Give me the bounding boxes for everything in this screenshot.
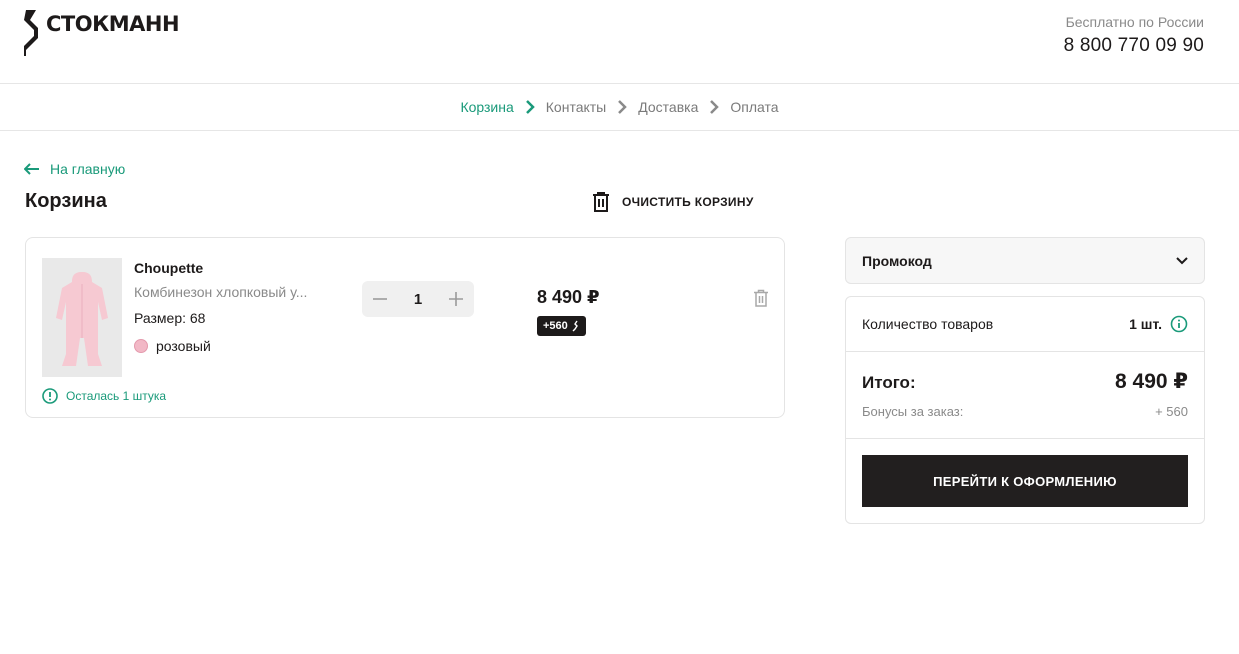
stock-note-label: Осталась 1 штука	[66, 389, 167, 403]
color-label: розовый	[156, 338, 211, 354]
clear-cart-label: ОЧИСТИТЬ КОРЗИНУ	[622, 195, 754, 209]
logo-mark-icon	[24, 10, 38, 56]
order-bonus-label: Бонусы за заказ:	[862, 404, 964, 419]
checkout-button[interactable]: ПЕРЕЙТИ К ОФОРМЛЕНИЮ	[862, 455, 1188, 507]
item-count-label: Количество товаров	[862, 316, 994, 332]
product-name[interactable]: Комбинезон хлопковый у...	[134, 284, 324, 300]
product-image[interactable]	[42, 258, 122, 377]
total-label: Итого:	[862, 373, 916, 392]
minus-icon[interactable]	[372, 291, 388, 307]
clear-cart-button[interactable]: ОЧИСТИТЬ КОРЗИНУ	[590, 191, 754, 213]
site-header: СТОКМАНН Бесплатно по России 8 800 770 0…	[0, 0, 1239, 84]
bonus-currency-icon	[572, 320, 578, 332]
chevron-right-icon	[618, 100, 628, 114]
order-bonus-value: + 560	[1155, 404, 1188, 419]
arrow-left-icon	[24, 163, 39, 175]
phone-number[interactable]: 8 800 770 09 90	[1064, 35, 1204, 57]
chevron-right-icon	[710, 100, 720, 114]
step-delivery[interactable]: Доставка	[638, 99, 698, 115]
product-brand[interactable]: Choupette	[134, 260, 203, 276]
alert-circle-icon	[42, 388, 58, 404]
logo[interactable]: СТОКМАНН	[24, 10, 180, 56]
product-color: розовый	[134, 338, 211, 354]
cart-item-card: Choupette Комбинезон хлопковый у... Разм…	[25, 237, 785, 418]
plus-icon[interactable]	[448, 291, 464, 307]
item-count-row: Количество товаров 1 шт.	[846, 297, 1204, 352]
chevron-down-icon	[1176, 256, 1188, 264]
info-icon[interactable]	[1170, 315, 1188, 333]
step-payment[interactable]: Оплата	[730, 99, 778, 115]
contact-label: Бесплатно по России	[1065, 14, 1204, 30]
item-count-value: 1 шт.	[1129, 316, 1162, 332]
page-title: Корзина	[25, 190, 107, 212]
quantity-stepper: 1	[362, 281, 474, 317]
promo-code-toggle[interactable]: Промокод	[845, 237, 1205, 284]
item-price: 8 490 ₽	[537, 287, 600, 307]
remove-item-icon[interactable]	[752, 289, 770, 307]
total-value: 8 490 ₽	[1115, 370, 1188, 393]
color-swatch	[134, 339, 148, 353]
contact-block: Бесплатно по России 8 800 770 09 90	[1064, 14, 1204, 57]
step-cart[interactable]: Корзина	[460, 99, 513, 115]
stock-note: Осталась 1 штука	[42, 388, 166, 404]
trash-icon	[593, 192, 609, 212]
summary-divider	[846, 438, 1204, 439]
chevron-right-icon	[525, 100, 535, 114]
checkout-steps: Корзина Контакты Доставка Оплата	[0, 84, 1239, 131]
logo-text: СТОКМАНН	[46, 12, 180, 36]
product-size: Размер: 68	[134, 310, 206, 326]
bonus-badge: +560	[537, 316, 586, 336]
promo-label: Промокод	[862, 252, 932, 269]
item-count: 1 шт.	[1129, 315, 1188, 333]
back-to-home-link[interactable]: На главную	[24, 161, 125, 177]
bonus-badge-value: +560	[543, 320, 568, 332]
step-contacts[interactable]: Контакты	[546, 99, 606, 115]
back-link-label: На главную	[50, 161, 126, 177]
order-summary: Количество товаров 1 шт. Итого: 8 490 ₽ …	[845, 296, 1205, 524]
quantity-value: 1	[413, 290, 423, 308]
